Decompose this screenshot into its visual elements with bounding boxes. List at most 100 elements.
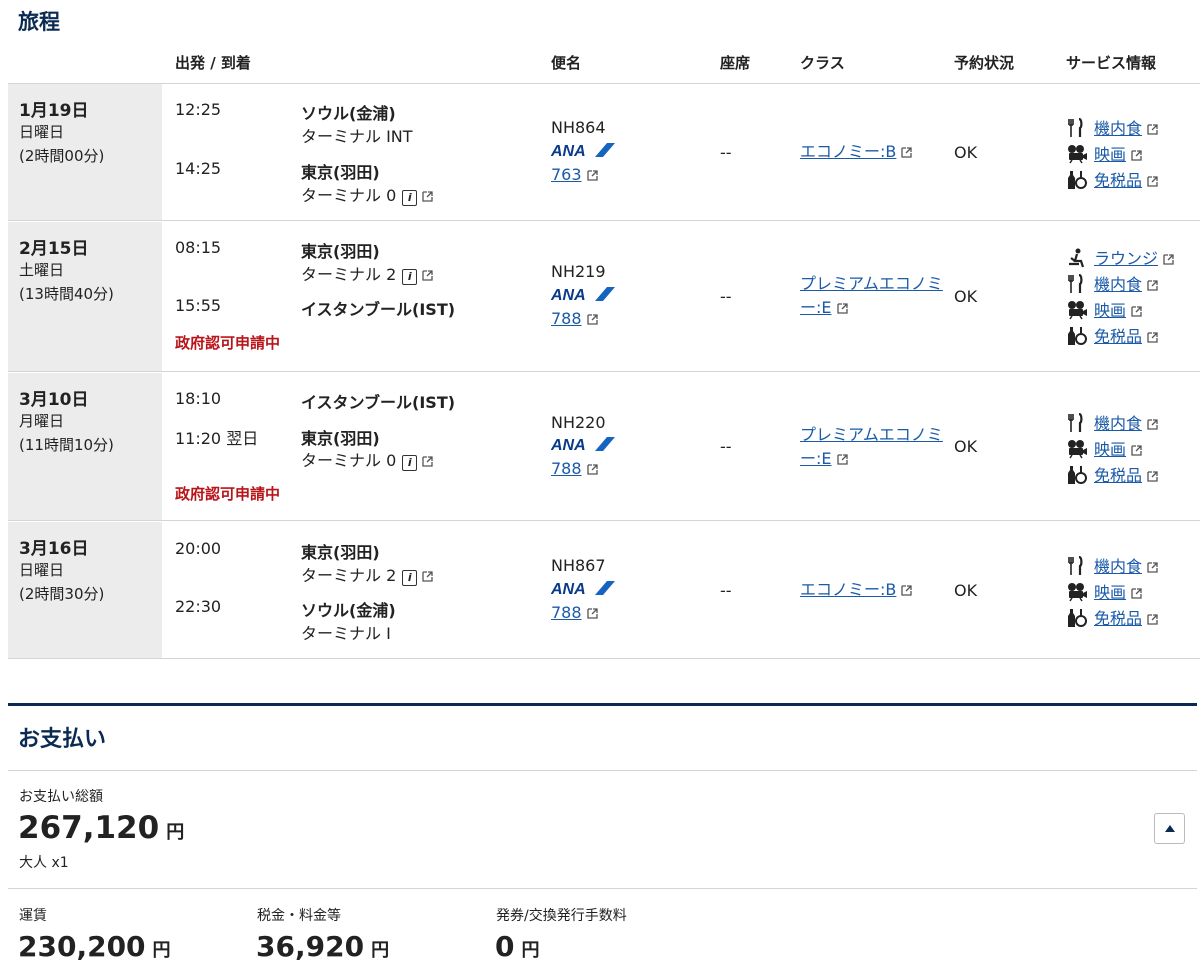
total-label: お支払い総額 xyxy=(19,789,103,805)
external-link-icon[interactable] xyxy=(1147,332,1158,343)
segment-duration: (13時間40分) xyxy=(19,285,114,303)
service-meal[interactable]: 機内食 xyxy=(1066,410,1158,436)
service-label[interactable]: 機内食 xyxy=(1094,414,1142,433)
booking-class[interactable]: プレミアムエコノミー:E xyxy=(800,425,943,468)
header-dep-arr: 出発 / 到着 xyxy=(175,54,251,72)
currency-unit: 円 xyxy=(166,822,185,843)
service-movie[interactable]: 映画 xyxy=(1066,141,1158,167)
arrival-airport: 東京(羽田) xyxy=(301,163,380,182)
external-link-icon[interactable] xyxy=(1163,254,1174,265)
external-link-icon[interactable] xyxy=(1147,419,1158,430)
aircraft-type[interactable]: 763 xyxy=(551,165,582,184)
service-label[interactable]: 免税品 xyxy=(1094,171,1142,190)
service-dutyfree[interactable]: 免税品 xyxy=(1066,605,1158,631)
service-label[interactable]: 映画 xyxy=(1094,301,1126,320)
arrival-terminal: ターミナル I xyxy=(301,620,391,644)
booking-class[interactable]: エコノミー:B xyxy=(800,142,896,161)
segment-weekday: 月曜日 xyxy=(19,412,65,430)
service-movie[interactable]: 映画 xyxy=(1066,436,1158,462)
date-column: 3月10日 月曜日 (11時間10分) xyxy=(8,373,162,520)
aircraft-type[interactable]: 788 xyxy=(551,459,582,478)
external-link-icon[interactable] xyxy=(1147,280,1158,291)
payment-top-bar xyxy=(8,703,1197,706)
external-link-icon[interactable] xyxy=(901,147,913,158)
aircraft-type[interactable]: 788 xyxy=(551,309,582,328)
external-link-icon[interactable] xyxy=(586,464,598,475)
date-column: 1月19日 日曜日 (2時間00分) xyxy=(8,84,162,220)
collapse-button[interactable] xyxy=(1154,813,1185,844)
info-icon[interactable]: i xyxy=(402,455,418,471)
total-amount-value: 267,120 xyxy=(18,810,160,846)
info-icon[interactable]: i xyxy=(402,570,418,586)
service-meal[interactable]: 機内食 xyxy=(1066,271,1174,297)
service-label[interactable]: 映画 xyxy=(1094,145,1126,164)
issue-fee-amount-value: 0 xyxy=(495,930,515,963)
booking-class[interactable]: エコノミー:B xyxy=(800,580,896,599)
external-link-icon[interactable] xyxy=(1131,150,1142,161)
info-icon[interactable]: i xyxy=(402,190,418,206)
fork-knife-icon xyxy=(1066,118,1088,138)
class-link[interactable]: エコノミー:B xyxy=(800,140,948,164)
service-label[interactable]: 機内食 xyxy=(1094,275,1142,294)
external-link-icon[interactable] xyxy=(1131,445,1142,456)
aircraft-link[interactable]: 763 xyxy=(551,165,598,184)
service-label[interactable]: 映画 xyxy=(1094,440,1126,459)
booking-status: OK xyxy=(954,581,978,600)
external-link-icon[interactable] xyxy=(1147,614,1158,625)
external-link-icon[interactable] xyxy=(1147,176,1158,187)
external-link-icon[interactable] xyxy=(901,585,913,596)
header-status: 予約状況 xyxy=(954,54,1015,72)
service-dutyfree[interactable]: 免税品 xyxy=(1066,167,1158,193)
service-label[interactable]: ラウンジ xyxy=(1094,249,1158,268)
issue-fee-label: 発券/交換発行手数料 xyxy=(496,908,627,924)
departure-airport: ソウル(金浦) xyxy=(301,104,396,123)
external-link-icon[interactable] xyxy=(422,270,433,281)
aircraft-link[interactable]: 788 xyxy=(551,603,598,622)
service-label[interactable]: 免税品 xyxy=(1094,327,1142,346)
service-label[interactable]: 免税品 xyxy=(1094,609,1142,628)
service-meal[interactable]: 機内食 xyxy=(1066,115,1158,141)
info-icon[interactable]: i xyxy=(402,269,418,285)
external-link-icon[interactable] xyxy=(586,170,598,181)
total-amount: 267,120 円 xyxy=(18,810,184,846)
external-link-icon[interactable] xyxy=(1147,471,1158,482)
aircraft-type[interactable]: 788 xyxy=(551,603,582,622)
service-dutyfree[interactable]: 免税品 xyxy=(1066,323,1174,349)
class-link[interactable]: プレミアムエコノミー:E xyxy=(800,423,948,471)
external-link-icon[interactable] xyxy=(586,314,598,325)
arrival-airport: イスタンブール(IST) xyxy=(301,300,456,319)
service-label[interactable]: 機内食 xyxy=(1094,119,1142,138)
external-link-icon[interactable] xyxy=(422,456,433,467)
film-projector-icon xyxy=(1066,439,1088,459)
external-link-icon[interactable] xyxy=(1147,562,1158,573)
service-label[interactable]: 機内食 xyxy=(1094,557,1142,576)
booking-class[interactable]: プレミアムエコノミー:E xyxy=(800,274,943,317)
external-link-icon[interactable] xyxy=(422,571,433,582)
seat: -- xyxy=(720,287,732,306)
class-link[interactable]: プレミアムエコノミー:E xyxy=(800,272,948,320)
aircraft-link[interactable]: 788 xyxy=(551,459,598,478)
external-link-icon[interactable] xyxy=(422,191,433,202)
external-link-icon[interactable] xyxy=(1131,588,1142,599)
service-movie[interactable]: 映画 xyxy=(1066,579,1158,605)
segment-weekday: 土曜日 xyxy=(19,261,65,279)
aircraft-link[interactable]: 788 xyxy=(551,309,598,328)
service-label[interactable]: 映画 xyxy=(1094,583,1126,602)
date-column: 3月16日 日曜日 (2時間30分) xyxy=(8,522,162,658)
departure-time: 12:25 xyxy=(175,100,222,119)
service-lounge[interactable]: ラウンジ xyxy=(1066,245,1174,271)
service-movie[interactable]: 映画 xyxy=(1066,297,1174,323)
departure-time: 18:10 xyxy=(175,389,222,408)
service-meal[interactable]: 機内食 xyxy=(1066,553,1158,579)
film-projector-icon xyxy=(1066,582,1088,602)
service-dutyfree[interactable]: 免税品 xyxy=(1066,462,1158,488)
service-label[interactable]: 免税品 xyxy=(1094,466,1142,485)
external-link-icon[interactable] xyxy=(1131,306,1142,317)
segment-weekday: 日曜日 xyxy=(19,123,65,141)
external-link-icon[interactable] xyxy=(836,454,848,465)
class-link[interactable]: エコノミー:B xyxy=(800,578,948,602)
external-link-icon[interactable] xyxy=(1147,124,1158,135)
external-link-icon[interactable] xyxy=(836,303,848,314)
external-link-icon[interactable] xyxy=(586,608,598,619)
booking-status: OK xyxy=(954,287,978,306)
